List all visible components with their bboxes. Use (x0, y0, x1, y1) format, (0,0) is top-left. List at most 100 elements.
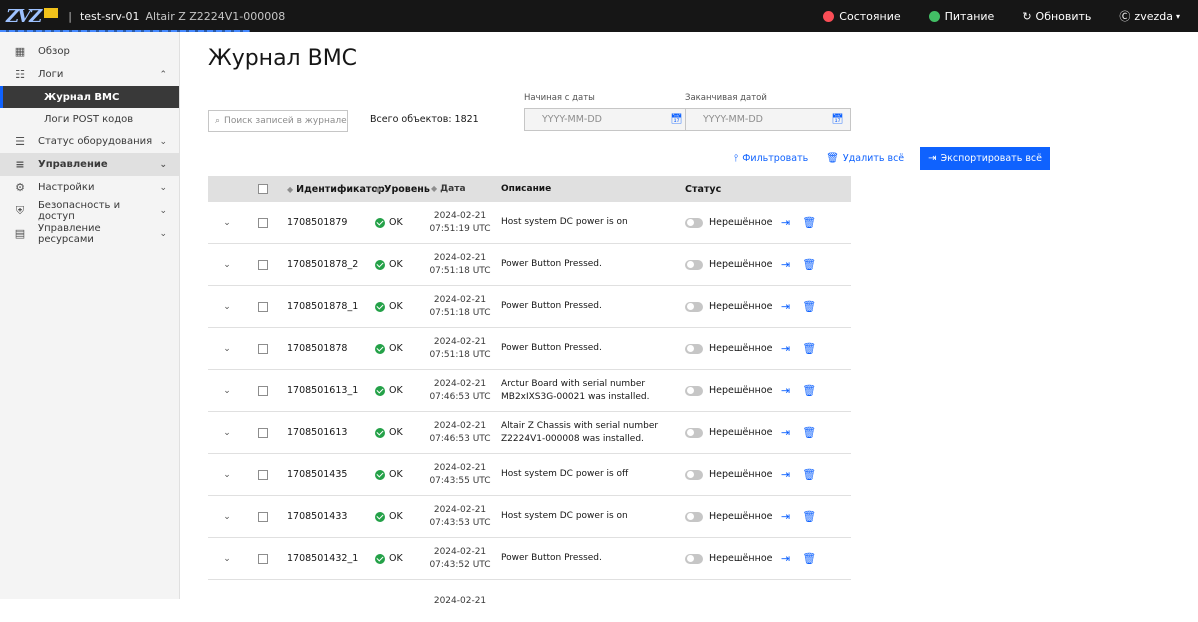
row-checkbox[interactable] (258, 301, 268, 312)
level-label: OK (389, 385, 403, 396)
row-actions: ⇥ 🗑︎ (781, 258, 851, 271)
export-icon[interactable]: ⇥ (781, 510, 790, 523)
trash-icon[interactable]: 🗑︎ (802, 300, 816, 313)
export-icon[interactable]: ⇥ (781, 426, 790, 439)
trash-icon[interactable]: 🗑︎ (802, 468, 816, 481)
sidebar-item-bmc-log[interactable]: Журнал BMC (0, 86, 179, 108)
sidebar-item-settings[interactable]: ⚙ Настройки ⌄ (0, 176, 179, 199)
table-row[interactable]: 2024-02-21 (208, 580, 851, 622)
row-checkbox[interactable] (258, 427, 268, 438)
row-checkbox[interactable] (258, 385, 268, 396)
sidebar-item-logs[interactable]: ☷ Логи ⌃ (0, 63, 179, 86)
chevron-down-icon[interactable]: ⌄ (208, 386, 246, 396)
level-label: OK (389, 511, 403, 522)
event-status: Нерешённое (685, 343, 781, 354)
export-icon[interactable]: ⇥ (781, 552, 790, 565)
chevron-up-icon: ⌃ (159, 69, 167, 80)
start-date-field[interactable]: YYYY-MM-DD 📅︎ (524, 108, 690, 131)
row-checkbox[interactable] (258, 553, 268, 564)
table-row[interactable]: ⌄ 1708501613_1 OK 2024-02-21 07:46:53 UTC Arc… (208, 370, 851, 412)
refresh-button[interactable]: ↻ Обновить (1008, 0, 1105, 32)
sidebar-item-security[interactable]: ⛨ Безопасность и доступ ⌄ (0, 199, 179, 222)
select-all-checkbox[interactable] (258, 184, 268, 194)
column-id[interactable]: ◆ Идентификатор (279, 184, 385, 195)
table-row[interactable]: ⌄ 1708501613 OK 2024-02-21 07:46:53 UTC Altai… (208, 412, 851, 454)
chevron-down-icon[interactable]: ⌄ (208, 344, 246, 354)
resolved-toggle[interactable] (685, 217, 703, 228)
row-checkbox[interactable] (258, 343, 268, 354)
chevron-down-icon[interactable]: ⌄ (208, 260, 246, 270)
row-checkbox[interactable] (258, 217, 268, 228)
row-checkbox[interactable] (258, 259, 268, 270)
description-line: Power Button Pressed. (501, 259, 602, 269)
trash-icon[interactable]: 🗑︎ (802, 384, 816, 397)
chevron-down-icon[interactable]: ⌄ (208, 512, 246, 522)
export-icon[interactable]: ⇥ (781, 342, 790, 355)
row-checkbox[interactable] (258, 511, 268, 522)
trash-icon[interactable]: 🗑︎ (802, 258, 816, 271)
event-level: OK (375, 343, 427, 354)
trash-icon[interactable]: 🗑︎ (802, 426, 816, 439)
table-row[interactable]: ⌄ 1708501878_1 OK 2024-02-21 07:51:18 UTC Pow… (208, 286, 851, 328)
logo[interactable]: ZVZ (0, 0, 59, 32)
time-text: 07:51:18 UTC (429, 265, 491, 276)
trash-icon[interactable]: 🗑︎ (802, 552, 816, 565)
export-all-button[interactable]: ⇥ Экспортировать всё (920, 147, 1050, 170)
sort-icon: ◆ (375, 184, 382, 194)
export-icon[interactable]: ⇥ (781, 384, 790, 397)
resolved-toggle[interactable] (685, 511, 703, 522)
table-row[interactable]: ⌄ 1708501435 OK 2024-02-21 07:43:55 UTC Host … (208, 454, 851, 496)
ok-icon (375, 511, 385, 522)
table-row[interactable]: ⌄ 1708501879 OK 2024-02-21 07:51:19 UTC Host … (208, 202, 851, 244)
sidebar-item-resources[interactable]: ▤ Управление ресурсами ⌄ (0, 222, 179, 245)
resolved-toggle[interactable] (685, 427, 703, 438)
export-icon[interactable]: ⇥ (781, 216, 790, 229)
resolved-toggle[interactable] (685, 469, 703, 480)
trash-icon[interactable]: 🗑︎ (802, 510, 816, 523)
export-icon[interactable]: ⇥ (781, 468, 790, 481)
resolved-toggle[interactable] (685, 553, 703, 564)
export-icon: ⇥ (928, 153, 937, 164)
row-checkbox[interactable] (258, 469, 268, 480)
column-level[interactable]: ◆ Уровень (375, 184, 430, 195)
event-date: 2024-02-21 07:51:18 UTC (427, 294, 493, 320)
filter-button[interactable]: ⫯ Фильтровать (734, 153, 808, 164)
security-icon: ⛨ (15, 203, 25, 217)
sidebar-item-overview[interactable]: ▦ Обзор (0, 40, 179, 63)
chevron-down-icon[interactable]: ⌄ (208, 428, 246, 438)
export-icon[interactable]: ⇥ (781, 258, 790, 271)
sort-icon: ◆ (287, 184, 294, 194)
description-line: Host system DC power is on (501, 217, 628, 227)
trash-icon[interactable]: 🗑︎ (802, 216, 816, 229)
trash-icon[interactable]: 🗑︎ (802, 342, 816, 355)
event-description: Host system DC power is off (493, 468, 685, 481)
event-level: OK (375, 553, 427, 564)
user-menu[interactable]: Ⓒ zvezda ▾ (1105, 0, 1198, 32)
calendar-icon[interactable]: 📅︎ (670, 114, 683, 125)
resolved-toggle[interactable] (685, 301, 703, 312)
table-row[interactable]: ⌄ 1708501432_1 OK 2024-02-21 07:43:52 UTC Pow… (208, 538, 851, 580)
end-date-field[interactable]: YYYY-MM-DD 📅︎ (685, 108, 851, 131)
sidebar-item-hardware-status[interactable]: ☰ Статус оборудования ⌄ (0, 130, 179, 153)
chevron-down-icon[interactable]: ⌄ (208, 470, 246, 480)
page-title: Журнал BMC (208, 46, 358, 71)
resolved-toggle[interactable] (685, 343, 703, 354)
delete-all-button[interactable]: 🗑︎ Удалить всё (826, 153, 904, 164)
resolved-toggle[interactable] (685, 259, 703, 270)
calendar-icon[interactable]: 📅︎ (831, 114, 844, 125)
sidebar-item-post-codes[interactable]: Логи POST кодов (0, 108, 179, 130)
power-button[interactable]: Питание (915, 0, 1009, 32)
ok-icon (375, 385, 385, 396)
table-row[interactable]: ⌄ 1708501433 OK 2024-02-21 07:43:53 UTC Host … (208, 496, 851, 538)
table-row[interactable]: ⌄ 1708501878 OK 2024-02-21 07:51:18 UTC Power… (208, 328, 851, 370)
column-date[interactable]: ◆ Дата (427, 182, 493, 196)
status-button[interactable]: Состояние (809, 0, 914, 32)
sidebar-item-control[interactable]: ≡ Управление ⌄ (0, 153, 179, 176)
chevron-down-icon[interactable]: ⌄ (208, 554, 246, 564)
search-input[interactable]: ⌕ Поиск записей в журнале (208, 110, 348, 132)
chevron-down-icon[interactable]: ⌄ (208, 218, 246, 228)
table-row[interactable]: ⌄ 1708501878_2 OK 2024-02-21 07:51:18 UTC Pow… (208, 244, 851, 286)
resolved-toggle[interactable] (685, 385, 703, 396)
export-icon[interactable]: ⇥ (781, 300, 790, 313)
chevron-down-icon[interactable]: ⌄ (208, 302, 246, 312)
